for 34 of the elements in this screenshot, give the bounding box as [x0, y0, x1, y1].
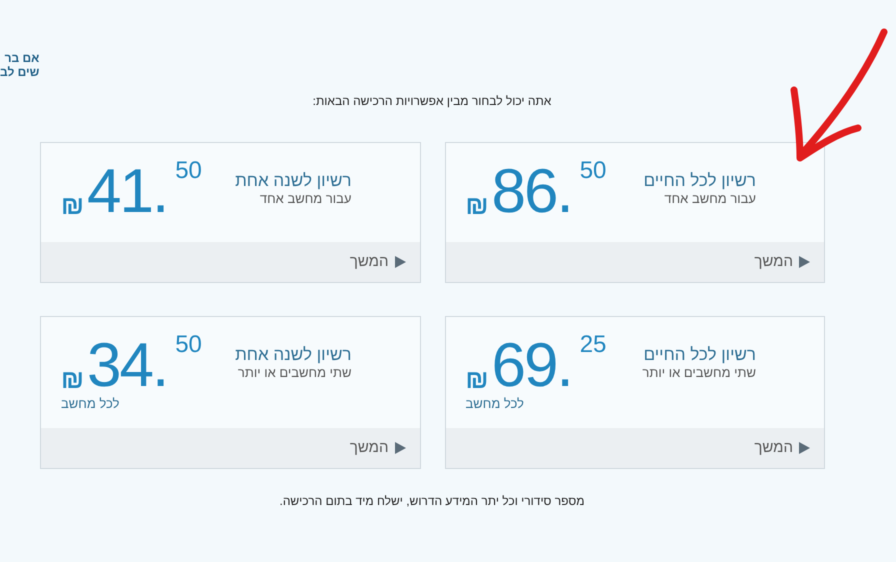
intro-text: אתה יכול לבחור מבין אפשרויות הרכישה הבאות:: [312, 93, 552, 110]
price-cents: 50: [175, 333, 202, 357]
plan-title: רשיון לשנה אחת: [235, 171, 352, 191]
currency-sign: ₪: [466, 365, 488, 393]
plan-title: רשיון לכל החיים: [644, 171, 756, 191]
play-icon: [394, 442, 406, 454]
price-note: לכל מחשב: [466, 397, 524, 411]
price-amount: 86.: [491, 161, 572, 223]
plan-subtitle: שתי מחשבים או יותר: [642, 365, 756, 381]
play-icon: [799, 256, 810, 268]
price-cents: 50: [175, 159, 202, 183]
plan-subtitle: שתי מחשבים או יותר: [238, 365, 352, 381]
price-amount: 69.: [491, 335, 572, 397]
currency-sign: ₪: [61, 191, 84, 219]
price-cents: 25: [580, 333, 606, 357]
continue-button[interactable]: המשך: [446, 428, 824, 468]
plan-title: רשיון לשנה אחת: [235, 345, 352, 365]
continue-button[interactable]: המשך: [41, 242, 420, 282]
play-icon: [394, 256, 406, 268]
plan-subtitle: עבור מחשב אחד: [260, 191, 352, 207]
continue-button[interactable]: המשך: [41, 428, 420, 468]
plan-title: רשיון לכל החיים: [644, 345, 756, 365]
price-amount: 41.: [86, 161, 168, 223]
notice-text: שים לב: [0, 65, 40, 79]
price-cents: 50: [580, 159, 606, 183]
price-amount: 34.: [86, 335, 168, 397]
notice-text: אם בר: [4, 51, 40, 65]
price-note: לכל מחשב: [61, 397, 120, 411]
currency-sign: ₪: [61, 365, 84, 393]
footer-text: מספר סידורי וכל יתר המידע הדרוש, ישלח מיד בתום הרכישה.: [278, 493, 586, 510]
play-icon: [799, 442, 810, 454]
currency-sign: ₪: [466, 191, 488, 219]
continue-button[interactable]: המשך: [446, 242, 824, 282]
plan-subtitle: עבור מחשב אחד: [664, 191, 756, 207]
